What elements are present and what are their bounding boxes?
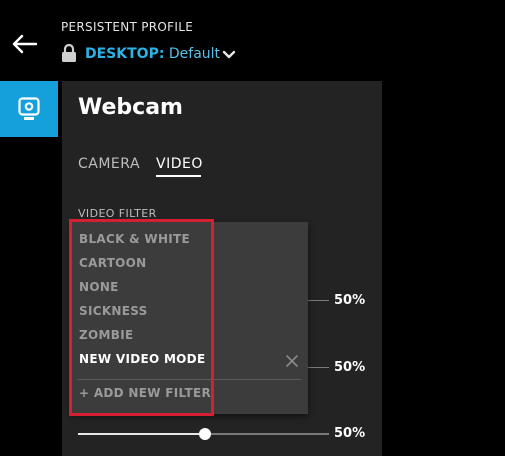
chevron-down-icon[interactable] xyxy=(222,49,236,61)
dropdown-divider xyxy=(77,379,301,380)
slider-2-value: 50% xyxy=(334,360,366,375)
tab-camera[interactable]: CAMERA xyxy=(78,156,140,172)
filter-option-none[interactable]: NONE xyxy=(79,280,119,294)
slider-3-thumb[interactable] xyxy=(199,428,211,440)
filter-option-sickness[interactable]: SICKNESS xyxy=(79,304,148,318)
slider-1-value: 50% xyxy=(334,293,366,308)
filter-option-cartoon[interactable]: CARTOON xyxy=(79,256,147,270)
profile-name: Default xyxy=(168,46,221,62)
active-tab-indicator xyxy=(156,175,201,177)
filter-option-zombie[interactable]: ZOMBIE xyxy=(79,328,133,342)
lock-icon xyxy=(62,43,76,62)
back-arrow-icon[interactable] xyxy=(10,33,38,55)
tab-video[interactable]: VIDEO xyxy=(156,156,203,172)
slider-3-fill xyxy=(78,433,205,435)
profile-device: DESKTOP: xyxy=(85,46,165,62)
filter-option-black-white[interactable]: BLACK & WHITE xyxy=(79,232,190,246)
slider-1-track[interactable] xyxy=(308,300,329,301)
slider-3-value: 50% xyxy=(334,426,366,441)
page-title: Webcam xyxy=(78,95,183,120)
filter-option-new-video-mode[interactable]: NEW VIDEO MODE xyxy=(79,352,205,366)
profile-label: PERSISTENT PROFILE xyxy=(61,20,194,34)
add-new-filter-button[interactable]: + ADD NEW FILTER xyxy=(79,386,211,400)
slider-2-track[interactable] xyxy=(308,367,329,368)
webcam-device-tab[interactable] xyxy=(0,81,58,137)
video-filter-label: VIDEO FILTER xyxy=(78,207,157,220)
profile-selector[interactable]: DESKTOP: Default xyxy=(85,46,220,62)
close-icon[interactable] xyxy=(285,354,299,368)
webcam-icon xyxy=(18,97,40,120)
